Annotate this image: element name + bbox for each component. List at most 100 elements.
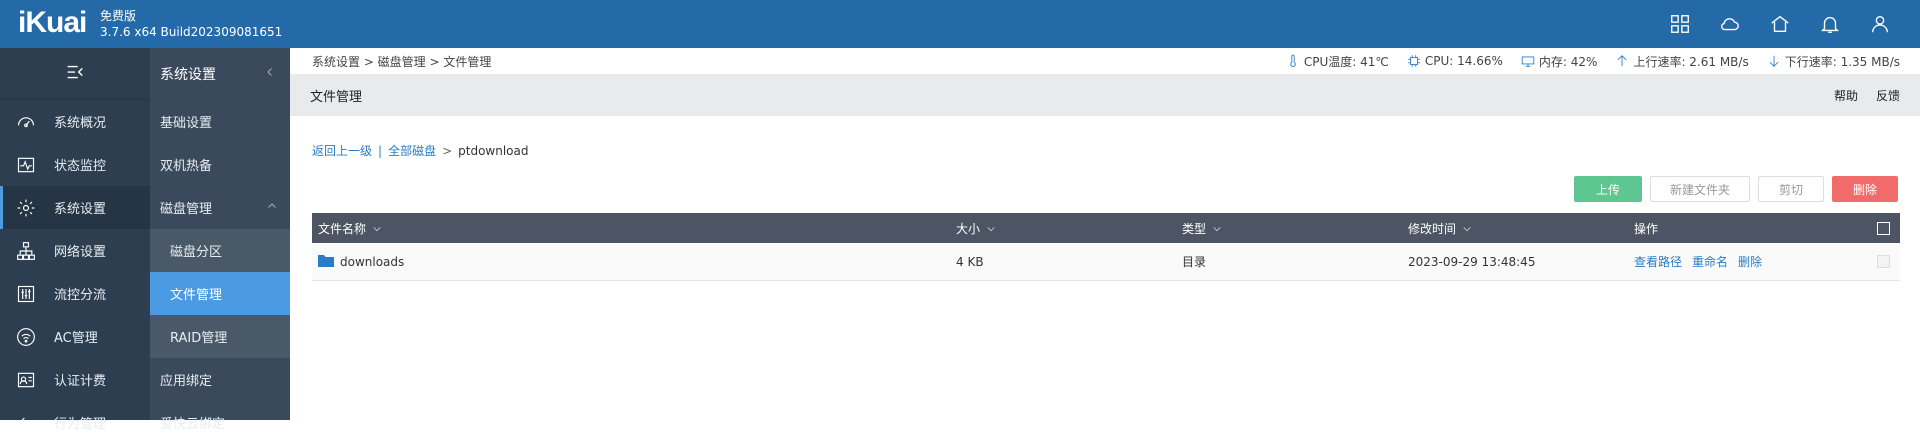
- column-header-label: 操作: [1634, 221, 1659, 236]
- chevron-down-icon: [1212, 223, 1222, 233]
- sidebar-item-label: 系统概况: [54, 116, 107, 131]
- sidebar-item-label: 系统设置: [54, 202, 107, 217]
- edition-label: 免费版: [100, 9, 137, 23]
- sidebar-item-system-overview[interactable]: 系统概况: [0, 100, 150, 143]
- sidebar-item-ac-management[interactable]: AC管理: [0, 315, 150, 358]
- pulse-icon: [14, 153, 38, 177]
- page-header: 文件管理 帮助 反馈: [290, 74, 1920, 116]
- sidebar-item-label: AC管理: [54, 331, 98, 346]
- subnav-item-cloud-binding[interactable]: 爱快云绑定: [150, 401, 290, 444]
- sidebar-item-network-settings[interactable]: 网络设置: [0, 229, 150, 272]
- sidebar-item-system-settings[interactable]: 系统设置: [0, 186, 150, 229]
- upload-value: 上行速率: 2.61 MB/s: [1633, 54, 1749, 69]
- network-icon: [14, 239, 38, 263]
- sliders-icon: [14, 282, 38, 306]
- folder-icon: [318, 253, 334, 270]
- file-table: 文件名称 大小 类型 修改时间 操作 downloads 4 KB 目录 202…: [312, 213, 1900, 281]
- delete-button[interactable]: 删除: [1832, 176, 1898, 202]
- sidebar-item-auth-billing[interactable]: 认证计费: [0, 358, 150, 401]
- column-header-label: 大小: [956, 221, 981, 236]
- feedback-link[interactable]: 反馈: [1876, 87, 1900, 104]
- column-header-name[interactable]: 文件名称: [312, 220, 950, 237]
- main-content: 系统设置 > 磁盘管理 > 文件管理 CPU温度: 41℃ CPU: 14.66…: [290, 48, 1920, 420]
- cut-button[interactable]: 剪切: [1758, 176, 1824, 202]
- cloud-icon[interactable]: [1718, 12, 1742, 36]
- file-name-link[interactable]: downloads: [340, 255, 404, 269]
- column-header-actions: 操作: [1628, 220, 1866, 237]
- column-header-modified[interactable]: 修改时间: [1402, 220, 1628, 237]
- gear-icon: [14, 196, 38, 220]
- subnav-item-app-binding[interactable]: 应用绑定: [150, 358, 290, 401]
- table-header: 文件名称 大小 类型 修改时间 操作: [312, 213, 1900, 243]
- subnav-item-file-management[interactable]: 文件管理: [150, 272, 290, 315]
- sidebar-item-status-monitor[interactable]: 状态监控: [0, 143, 150, 186]
- chevron-down-icon: [372, 223, 382, 233]
- download-value: 下行速率: 1.35 MB/s: [1784, 54, 1900, 69]
- column-header-label: 修改时间: [1408, 221, 1457, 236]
- subnav-item-hot-standby[interactable]: 双机热备: [150, 143, 290, 186]
- path-navigation: 返回上一级 | 全部磁盘 > ptdownload: [312, 142, 529, 159]
- user-icon[interactable]: [1868, 12, 1892, 36]
- file-name-cell: downloads: [312, 253, 950, 270]
- all-disks-link[interactable]: 全部磁盘: [388, 142, 436, 159]
- cpu-temp-value: CPU温度: 41℃: [1303, 54, 1389, 69]
- rename-link[interactable]: 重命名: [1692, 253, 1728, 270]
- cpu-temp-stat: CPU温度: 41℃: [1286, 53, 1389, 70]
- select-all-cell: [1866, 221, 1900, 235]
- new-folder-button[interactable]: 新建文件夹: [1650, 176, 1750, 202]
- sidebar-item-flow-control[interactable]: 流控分流: [0, 272, 150, 315]
- chevron-down-icon: [1462, 223, 1472, 233]
- apps-grid-icon[interactable]: [1668, 12, 1692, 36]
- subnav-item-raid-management[interactable]: RAID管理: [150, 315, 290, 358]
- file-modified-cell: 2023-09-29 13:48:45: [1408, 254, 1536, 269]
- bell-icon[interactable]: [1818, 12, 1842, 36]
- arrow-down-icon: [1769, 55, 1779, 67]
- help-link[interactable]: 帮助: [1834, 87, 1858, 104]
- file-actions-cell: 查看路径 重命名 删除: [1628, 253, 1866, 270]
- toolbar: 上传 新建文件夹 剪切 删除: [1574, 176, 1898, 202]
- download-stat: 下行速率: 1.35 MB/s: [1767, 53, 1900, 70]
- subnav-item-disk-management[interactable]: 磁盘管理: [150, 186, 290, 229]
- top-header: iKuai 免费版 3.7.6 x64 Build202309081651: [0, 0, 1920, 48]
- subnav-item-basic-settings[interactable]: 基础设置: [150, 100, 290, 143]
- upload-button[interactable]: 上传: [1574, 176, 1642, 202]
- edition-info: 免费版 3.7.6 x64 Build202309081651: [100, 8, 282, 40]
- thermometer-icon: [1290, 54, 1296, 67]
- menu-collapse-icon: [64, 61, 86, 87]
- column-header-type[interactable]: 类型: [1176, 220, 1402, 237]
- memory-stat: 内存: 42%: [1521, 53, 1598, 70]
- chevron-down-icon: [986, 223, 996, 233]
- row-checkbox[interactable]: [1876, 255, 1890, 268]
- sidebar-item-label: 状态监控: [54, 159, 107, 174]
- sub-sidebar-header: 系统设置: [150, 48, 290, 100]
- back-link[interactable]: 返回上一级: [312, 142, 372, 159]
- row-select-cell: [1866, 255, 1900, 268]
- subnav-item-label: 爱快云绑定: [160, 417, 226, 432]
- home-icon[interactable]: [1768, 12, 1792, 36]
- select-all-checkbox[interactable]: [1876, 221, 1890, 235]
- breadcrumb: 系统设置 > 磁盘管理 > 文件管理: [312, 54, 492, 69]
- memory-value: 内存: 42%: [1538, 54, 1598, 69]
- sidebar-item-behavior-management[interactable]: 行为管理: [0, 401, 150, 444]
- column-header-size[interactable]: 大小: [950, 220, 1176, 237]
- delete-link[interactable]: 删除: [1738, 253, 1762, 270]
- sub-sidebar-title: 系统设置: [160, 67, 216, 83]
- table-row[interactable]: downloads 4 KB 目录 2023-09-29 13:48:45 查看…: [312, 243, 1900, 281]
- sidebar-collapse-button[interactable]: [0, 48, 150, 100]
- header-icons: [1668, 12, 1892, 36]
- chevron-left-icon[interactable]: [264, 66, 276, 82]
- subnav-item-label: 双机热备: [160, 159, 213, 174]
- arrow-up-icon: [1618, 55, 1627, 67]
- current-folder: ptdownload: [458, 143, 529, 158]
- subnav-item-disk-partition[interactable]: 磁盘分区: [150, 229, 290, 272]
- cpu-icon: [1408, 55, 1420, 67]
- sub-sidebar: 系统设置 基础设置 双机热备 磁盘管理 磁盘分区 文件管理 RAID管理 应用绑…: [150, 48, 290, 432]
- subnav-item-label: 文件管理: [170, 288, 223, 303]
- view-path-link[interactable]: 查看路径: [1634, 253, 1682, 270]
- chevron-up-icon: [266, 200, 278, 216]
- subnav-item-label: 磁盘分区: [170, 245, 223, 260]
- subnav-item-label: 基础设置: [160, 116, 213, 131]
- arrow-left-icon: [14, 411, 38, 435]
- cpu-stat: CPU: 14.66%: [1407, 54, 1503, 68]
- sidebar-item-label: 流控分流: [54, 288, 107, 303]
